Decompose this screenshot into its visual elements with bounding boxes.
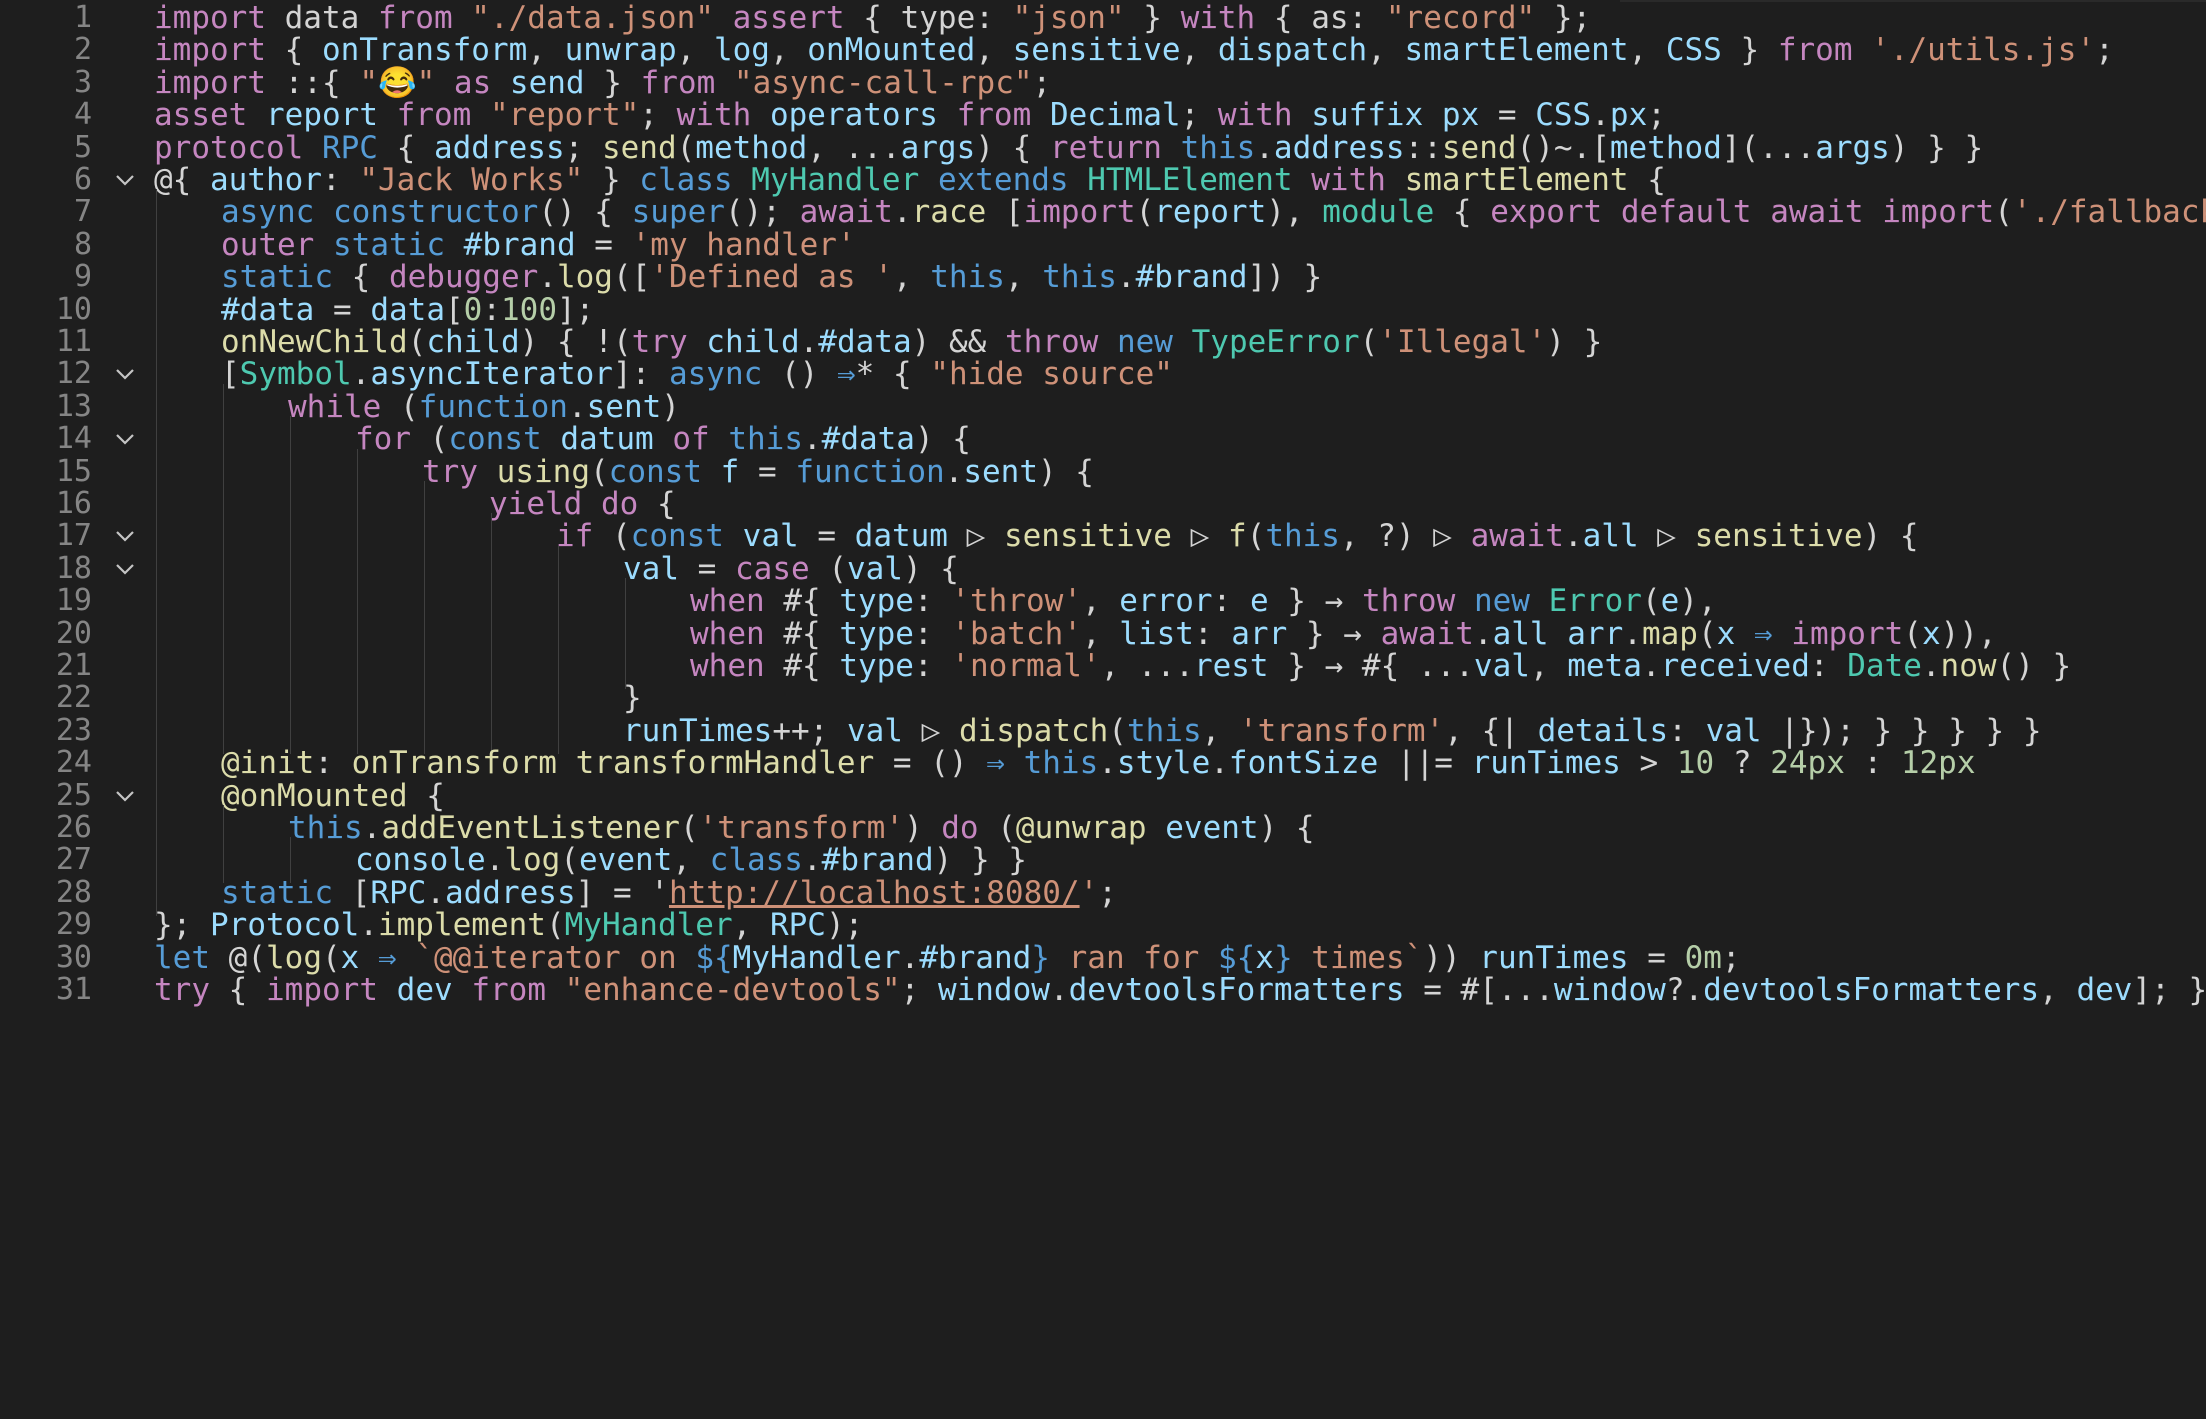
code-token: try — [154, 972, 210, 1008]
code-token: ?. — [1665, 972, 1704, 1008]
code-token: import — [266, 972, 378, 1008]
code-token: from — [471, 972, 546, 1008]
code-token: ]; } — [2132, 972, 2206, 1008]
code-token: devtoolsFormatters — [1068, 972, 1405, 1008]
code-line[interactable]: 31 try { import dev from "enhance-devtool… — [0, 967, 2206, 1013]
code-token: dev — [2076, 972, 2133, 1008]
code-token: devtoolsFormatters — [1703, 972, 2040, 1008]
code-token: . — [1049, 972, 1069, 1008]
code-token: "enhance-devtools" — [564, 972, 901, 1008]
code-token: , — [2039, 972, 2077, 1008]
code-token: ; — [900, 972, 938, 1008]
code-text: try { import dev from "enhance-devtools"… — [154, 967, 2206, 1013]
line-number: 31 — [55, 972, 92, 1007]
code-token: window — [1553, 972, 1666, 1008]
code-editor[interactable]: 1 import data from "./data.json" assert {… — [0, 0, 2206, 1419]
code-token: = #[... — [1404, 972, 1554, 1008]
code-token: { — [210, 972, 266, 1008]
code-token: window — [937, 972, 1050, 1008]
code-token: dev — [396, 972, 453, 1008]
